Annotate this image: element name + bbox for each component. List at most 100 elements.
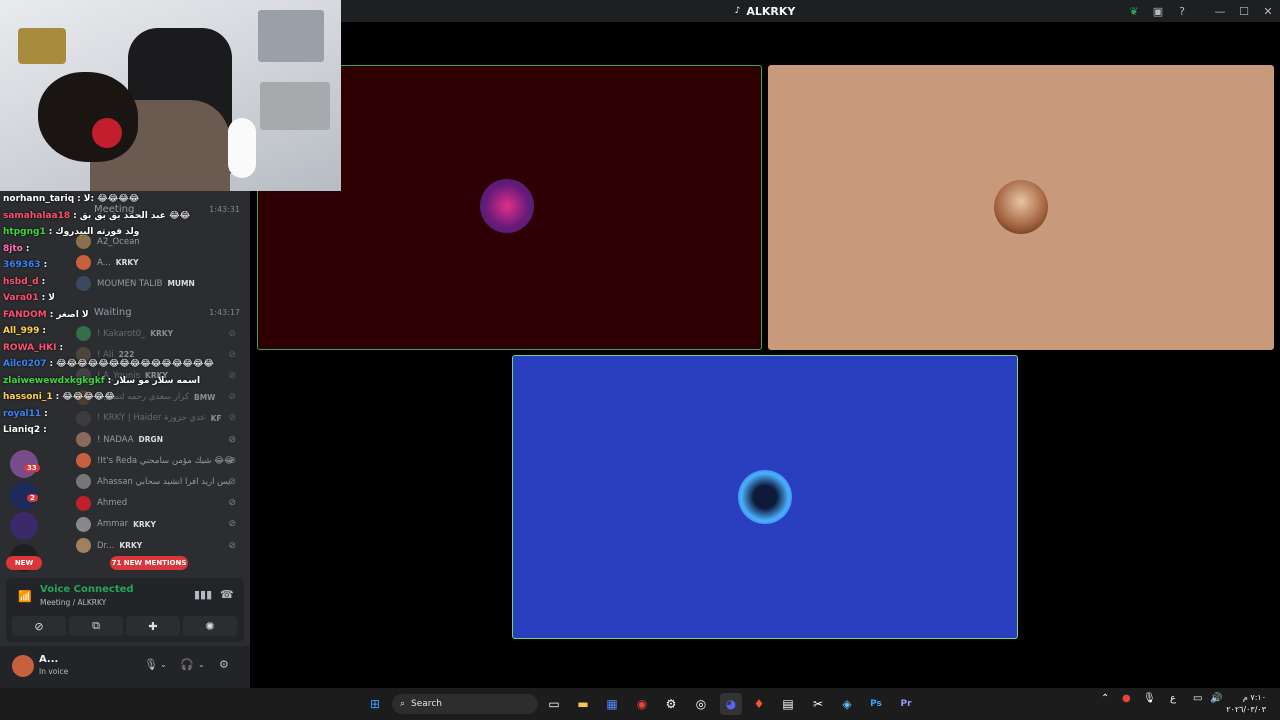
chat-text: عبد الحمد بق بق بق 😂😂 <box>79 210 191 221</box>
photoshop-icon[interactable]: Ps <box>865 693 887 715</box>
member-name: !It's Reda شيك مؤمن سامحني 😂😂 <box>97 455 234 466</box>
user-status: In voice <box>39 667 69 676</box>
clock-time: ٧:١٠ م <box>1242 693 1266 702</box>
chat-text: 😂😂😂😂😂😂😂😂😂😂😂😂😂😂😂 <box>56 359 214 369</box>
new-unread-pill[interactable]: NEW <box>6 556 42 570</box>
task-view-icon[interactable]: ▭ <box>543 693 565 715</box>
store-icon[interactable]: ▦ <box>601 693 623 715</box>
shelf-award <box>260 82 330 130</box>
minimize-button[interactable]: — <box>1208 0 1232 22</box>
search-box[interactable]: ⌕ Search <box>392 694 538 714</box>
microphone-tray-icon[interactable]: 🎙 <box>1143 693 1156 704</box>
chat-separator: : <box>55 392 60 402</box>
chat-message: Ailc0207: 😂😂😂😂😂😂😂😂😂😂😂😂😂😂😂 <box>0 356 250 373</box>
muted-icon: ⊘ <box>228 455 236 466</box>
new-mentions-pill[interactable]: 71 NEW MENTIONS <box>110 556 188 570</box>
participant-tile[interactable] <box>512 355 1018 639</box>
soundboard-button[interactable]: ✺ <box>183 616 237 636</box>
voice-channel-path[interactable]: Meeting / ALKRKY <box>40 598 106 607</box>
file-explorer-icon[interactable]: ▬ <box>572 693 594 715</box>
avatar[interactable] <box>12 655 34 677</box>
signal-icon[interactable]: 📶 <box>18 590 32 603</box>
chat-message: samahalaa18: عبد الحمد بق بق بق 😂😂 <box>0 208 250 225</box>
microphone-icon[interactable]: 🎙 <box>144 658 158 671</box>
chat-username: 369363 <box>3 260 41 270</box>
chat-message: 369363: <box>0 257 250 274</box>
chat-separator: : <box>77 194 81 204</box>
voice-member[interactable]: Ammar KRKY ⊘ <box>76 514 244 535</box>
chat-username: All_999 <box>3 326 40 336</box>
inbox-icon[interactable]: ▣ <box>1146 0 1170 22</box>
start-icon[interactable]: ⊞ <box>364 693 386 715</box>
screen-share-button[interactable]: ⧉ <box>69 616 123 636</box>
settings-icon[interactable]: ⚙ <box>660 693 682 715</box>
voice-member[interactable]: !It's Reda شيك مؤمن سامحني 😂😂 ⊘ <box>76 450 244 471</box>
chat-separator: : <box>48 227 53 237</box>
chat-username: 8jto <box>3 243 23 254</box>
member-name: Ahassan يس اريد افرا انشيد سحابي <box>97 476 231 487</box>
activities-button[interactable]: ✚ <box>126 616 180 636</box>
avatar <box>76 474 91 490</box>
camera-off-button[interactable]: ⊘ <box>12 616 66 636</box>
chat-username: htpgng1 <box>3 227 46 237</box>
network-icon[interactable]: ▭ <box>1193 693 1202 704</box>
chevron-down-icon[interactable]: ⌄ <box>160 660 167 669</box>
chat-text: لا اصغر <box>56 309 89 320</box>
member-tag: KRKY <box>133 519 156 529</box>
chat-message: All_999: <box>0 323 250 340</box>
voice-status[interactable]: Voice Connected <box>40 584 134 595</box>
voice-member[interactable]: Dr... KRKY ⊘ <box>76 535 244 556</box>
clock[interactable]: ٧:١٠ م ٢٠٢٦/٠٣/٠٣ <box>1226 692 1266 716</box>
chat-separator: : <box>59 342 64 353</box>
brave-icon[interactable]: ♦ <box>748 693 770 715</box>
chat-message: norhann_tariq: لا: 😂😂😂😂 <box>0 191 250 208</box>
window-title-text: ALKRKY <box>746 4 796 18</box>
server-icon[interactable] <box>10 512 38 540</box>
leaf-icon[interactable]: ❦ <box>1122 0 1146 22</box>
headphones-icon[interactable]: 🎧 <box>180 658 194 671</box>
settings-gear-icon[interactable]: ⚙ <box>219 658 229 671</box>
steam-icon[interactable]: ◎ <box>690 693 712 715</box>
chrome-icon[interactable]: ◉ <box>631 693 653 715</box>
volume-icon[interactable]: 🔊 <box>1210 693 1222 704</box>
headset <box>92 118 122 148</box>
voice-member[interactable]: Ahassan يس اريد افرا انشيد سحابي ⊘ <box>76 471 244 492</box>
user-name[interactable]: A... <box>39 654 58 665</box>
camera-off-icon: ⊘ <box>34 619 44 633</box>
soundboard-icon: ✺ <box>205 619 215 633</box>
chat-message: 8jto: <box>0 241 250 258</box>
chat-message: hsbd_d: <box>0 274 250 291</box>
app-window: 33 2 NEW Meeting 1:43:31 A2_Ocean A... KRK… <box>0 0 1280 720</box>
close-button[interactable]: ✕ <box>1256 0 1280 22</box>
chat-message: htpgng1: ولد فورته البيدروك <box>0 224 250 241</box>
user-panel: A... In voice 🎙 ⌄ 🎧 ⌄ ⚙ <box>0 646 250 688</box>
tray-app-icon[interactable]: ● <box>1122 693 1131 704</box>
chat-username: ROWA_HKI <box>3 342 57 353</box>
capcut-icon[interactable]: ✂ <box>807 693 829 715</box>
streamer-head <box>38 72 138 162</box>
member-name: Ammar <box>97 519 129 530</box>
discord-icon[interactable]: ◕ <box>720 693 742 715</box>
clock-date: ٢٠٢٦/٠٣/٠٣ <box>1226 705 1266 714</box>
show-hidden-icons-icon[interactable]: ⌃ <box>1101 693 1109 704</box>
participant-tile[interactable] <box>768 65 1274 350</box>
chat-text: لا <box>48 293 55 303</box>
chat-text: اسمه سلار مو سلار <box>114 375 201 386</box>
chat-message: zlaiwewewdxkgkgkf: اسمه سلار مو سلار <box>0 373 250 390</box>
participant-avatar <box>994 180 1048 234</box>
help-icon[interactable]: ? <box>1170 0 1194 22</box>
premiere-icon[interactable]: Pr <box>895 693 917 715</box>
chat-message: ROWA_HKI: <box>0 340 250 357</box>
steam-client-icon[interactable]: ◈ <box>836 693 858 715</box>
maximize-button[interactable]: ☐ <box>1232 0 1256 22</box>
avatar <box>76 538 91 553</box>
disconnect-icon[interactable]: ☎ <box>220 588 234 601</box>
chevron-down-icon[interactable]: ⌄ <box>198 660 205 669</box>
chat-username: Lianiq2 <box>3 425 41 435</box>
chat-username: zlaiwewewdxkgkgkf <box>3 375 105 386</box>
noise-suppression-icon[interactable]: ▮▮▮ <box>194 588 212 601</box>
voice-member[interactable]: Ahmed ⊘ <box>76 493 244 514</box>
screen-share-icon: ⧉ <box>92 619 100 632</box>
language-indicator[interactable]: ع <box>1170 693 1176 704</box>
app-icon[interactable]: ▤ <box>777 693 799 715</box>
